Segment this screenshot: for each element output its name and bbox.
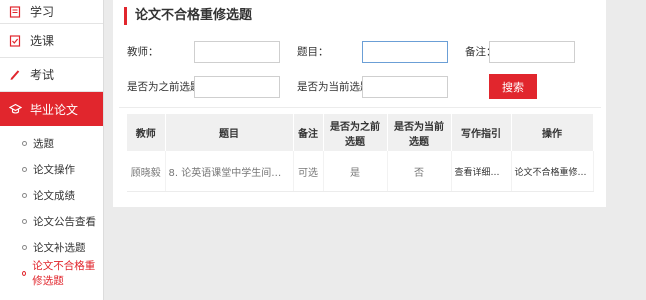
submenu-item-thesis-announcements[interactable]: 论文公告查看: [0, 208, 103, 234]
search-button[interactable]: 搜索: [489, 74, 537, 99]
page-title: 论文不合格重修选题: [124, 7, 252, 25]
cell-teacher: 顾晓毅: [127, 151, 166, 192]
submenu-item-label: 论文公告查看: [33, 215, 96, 228]
bullet-icon: [22, 166, 27, 172]
table-header-row: 教师 题目 备注 是否为之前选题 是否为当前选题 写作指引 操作: [127, 114, 594, 151]
retake-selection-link[interactable]: 论文不合格重修选题: [511, 151, 594, 192]
main-panel: 论文不合格重修选题 教师： 题目： 备注： 是否为之前选题： 是否为当前选题： …: [113, 0, 606, 207]
column-header-writing-guide: 写作指引: [451, 114, 512, 151]
bullet-icon: [22, 244, 27, 250]
bullet-icon: [22, 192, 27, 198]
prev-topic-input[interactable]: [194, 76, 280, 98]
submenu-item-label: 论文操作: [33, 163, 75, 176]
sidebar-item-thesis[interactable]: 毕业论文: [0, 92, 103, 126]
pencil-icon: [8, 68, 22, 82]
bullet-icon: [22, 140, 27, 146]
submenu-item-supplementary-selection[interactable]: 论文补选题: [0, 234, 103, 260]
table-row: 顾晓毅 8. 论英语课堂中学生间互动的... 可选 是 否 查看详细信息 论文不…: [127, 151, 594, 192]
view-details-link[interactable]: 查看详细信息: [451, 151, 512, 192]
column-header-prev-topic: 是否为之前选题: [323, 114, 388, 151]
submenu-item-label: 论文成绩: [33, 189, 75, 202]
submenu-item-label: 论文补选题: [33, 241, 86, 254]
thesis-submenu: 选题 论文操作 论文成绩 论文公告查看 论文补选题 论文不合格重修选题: [0, 126, 103, 287]
divider: [119, 107, 601, 108]
submenu-item-label: 选题: [33, 137, 54, 150]
teacher-label: 教师：: [127, 46, 159, 58]
submenu-item-label: 论文不合格重修选题: [32, 260, 96, 287]
teacher-input[interactable]: [194, 41, 280, 63]
graduation-cap-icon: [8, 102, 22, 116]
book-icon: [8, 5, 22, 19]
topic-label: 题目：: [297, 46, 329, 58]
sidebar: 学习 选课 考试 毕业论文 选题 论文操作 论文成绩 论文公告查看 论文补选题 …: [0, 0, 104, 300]
topics-table: 教师 题目 备注 是否为之前选题 是否为当前选题 写作指引 操作 顾晓毅 8. …: [127, 114, 594, 192]
bullet-icon: [22, 270, 27, 276]
sidebar-item-label: 学习: [30, 5, 55, 19]
checklist-icon: [8, 34, 22, 48]
cell-remark: 可选: [293, 151, 324, 192]
sidebar-item-study[interactable]: 学习: [0, 0, 103, 24]
column-header-current-topic: 是否为当前选题: [387, 114, 452, 151]
column-header-teacher: 教师: [127, 114, 166, 151]
submenu-item-topic-selection[interactable]: 选题: [0, 130, 103, 156]
column-header-action: 操作: [511, 114, 594, 151]
cell-current-topic: 否: [387, 151, 452, 192]
topic-input[interactable]: [362, 41, 448, 63]
sidebar-item-label: 考试: [30, 68, 55, 82]
sidebar-item-label: 选课: [30, 34, 55, 48]
current-topic-input[interactable]: [362, 76, 448, 98]
sidebar-item-exam[interactable]: 考试: [0, 58, 103, 92]
sidebar-item-course-selection[interactable]: 选课: [0, 24, 103, 58]
cell-topic: 8. 论英语课堂中学生间互动的...: [165, 151, 294, 192]
submenu-item-thesis-operations[interactable]: 论文操作: [0, 156, 103, 182]
bullet-icon: [22, 218, 27, 224]
remark-input[interactable]: [489, 41, 575, 63]
submenu-item-retake-selection[interactable]: 论文不合格重修选题: [0, 260, 103, 287]
submenu-item-thesis-grades[interactable]: 论文成绩: [0, 182, 103, 208]
cell-prev-topic: 是: [323, 151, 388, 192]
column-header-remark: 备注: [293, 114, 324, 151]
column-header-topic: 题目: [165, 114, 294, 151]
sidebar-item-label: 毕业论文: [30, 102, 79, 117]
